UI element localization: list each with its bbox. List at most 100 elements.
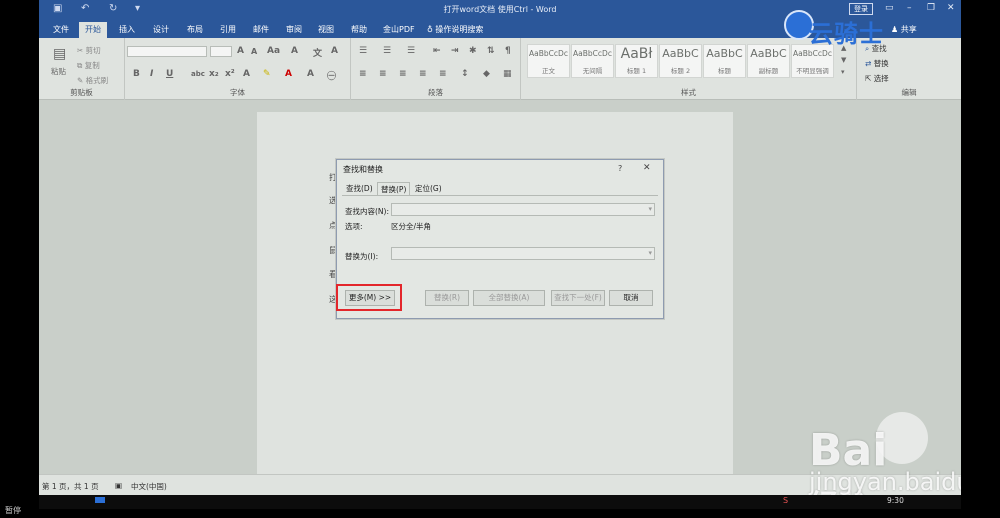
proofing-icon[interactable]: ▣: [115, 481, 122, 490]
style-no-spacing[interactable]: AaBbCcDc 无间隔: [571, 44, 614, 78]
subscript-icon[interactable]: x₂: [209, 69, 219, 79]
style-heading-2[interactable]: AaBbC 标题 2: [659, 44, 702, 78]
grow-font-icon[interactable]: A: [237, 46, 244, 56]
page-count[interactable]: 第 1 页，共 1 页: [42, 481, 99, 492]
options-value: 区分全/半角: [391, 222, 432, 231]
tab-design[interactable]: 设计: [147, 22, 175, 38]
font-name-box[interactable]: [127, 46, 207, 57]
styles-group: AaBbCcDc 正文 AaBbCcDc 无间隔 AaBł 标题 1 AaBbC 标题 …: [521, 38, 857, 100]
style-name: 副标题: [758, 67, 779, 75]
paste-button[interactable]: 粘贴: [51, 66, 66, 77]
style-subtle-emphasis[interactable]: AaBbCcDc 不明显强调: [791, 44, 834, 78]
replace-dropdown-icon[interactable]: ▾: [648, 249, 652, 257]
borders-icon[interactable]: ▦: [503, 69, 512, 79]
style-title[interactable]: AaBbC 标题: [703, 44, 746, 78]
align-center-icon[interactable]: ≡: [379, 69, 387, 79]
replace-with-input[interactable]: ▾: [391, 247, 655, 260]
tab-mailings[interactable]: 邮件: [247, 22, 275, 38]
style-heading-1[interactable]: AaBł 标题 1: [615, 44, 658, 78]
tab-goto[interactable]: 定位(G): [412, 182, 445, 196]
tab-kingsoft-pdf[interactable]: 金山PDF: [377, 22, 421, 38]
phonetic-guide-icon[interactable]: 文: [313, 46, 322, 59]
tell-me-search[interactable]: ♁ 操作说明搜索: [421, 22, 489, 38]
tab-view[interactable]: 视图: [312, 22, 340, 38]
style-subtitle[interactable]: AaBbC 副标题: [747, 44, 790, 78]
paragraph-group-label: 段落: [428, 88, 443, 97]
align-left-icon[interactable]: ≡: [359, 69, 367, 79]
cancel-button[interactable]: 取消: [609, 290, 653, 306]
replace-one-button[interactable]: 替换(R): [425, 290, 469, 306]
multilevel-list-icon[interactable]: ☰: [407, 46, 415, 56]
char-shading-icon[interactable]: A: [307, 69, 314, 79]
style-normal[interactable]: AaBbCcDc 正文: [527, 44, 570, 78]
copy-button[interactable]: ⧉ 复制: [77, 60, 100, 71]
tab-references[interactable]: 引用: [214, 22, 242, 38]
restore-icon[interactable]: ❐: [927, 3, 935, 13]
highlight-icon[interactable]: ✎: [263, 69, 271, 79]
word-window: ▣ ↶ ↻ ▾ 打开word文档 使用Ctrl - Word 登录 ▭ – ❐ …: [39, 0, 961, 495]
font-color-icon[interactable]: A: [285, 69, 292, 79]
find-next-button[interactable]: 查找下一处(F): [551, 290, 605, 306]
italic-icon[interactable]: I: [150, 69, 153, 79]
style-preview: AaBbC: [662, 47, 699, 60]
dialog-help-button[interactable]: ?: [618, 164, 622, 173]
style-name: 标题 2: [670, 67, 691, 75]
superscript-icon[interactable]: x²: [225, 69, 235, 79]
align-right-icon[interactable]: ≡: [399, 69, 407, 79]
tab-help[interactable]: 帮助: [345, 22, 373, 38]
tab-insert[interactable]: 插入: [113, 22, 141, 38]
share-button[interactable]: ♟ 共享: [891, 24, 917, 35]
cut-button[interactable]: ✂ 剪切: [77, 45, 101, 56]
decrease-indent-icon[interactable]: ⇤: [433, 46, 441, 56]
underline-icon[interactable]: U: [166, 69, 173, 79]
enclose-chars-icon[interactable]: ㊀: [327, 69, 336, 82]
bold-icon[interactable]: B: [133, 69, 140, 79]
font-size-box[interactable]: [210, 46, 232, 57]
person-icon: ♟: [891, 25, 899, 34]
find-what-input[interactable]: ▾: [391, 203, 655, 216]
taskbar-app-icon[interactable]: [95, 497, 105, 503]
ribbon-display-icon[interactable]: ▭: [885, 3, 894, 13]
tab-home[interactable]: 开始: [79, 22, 107, 38]
strikethrough-icon[interactable]: abc: [191, 70, 205, 78]
format-painter-button[interactable]: ✎ 格式刷: [77, 75, 108, 86]
tab-review[interactable]: 审阅: [280, 22, 308, 38]
tab-find[interactable]: 查找(D): [343, 182, 376, 196]
bullets-icon[interactable]: ☰: [359, 46, 367, 56]
style-name: 不明显强调: [796, 67, 829, 75]
copy-label: 复制: [84, 61, 100, 70]
shading-icon[interactable]: ◆: [483, 69, 490, 79]
change-case-icon[interactable]: Aa: [267, 46, 280, 56]
styles-more-icon[interactable]: ▾: [841, 68, 845, 76]
chinese-layout-icon[interactable]: ✱: [469, 46, 477, 56]
tab-layout[interactable]: 布局: [181, 22, 209, 38]
show-marks-icon[interactable]: ¶: [505, 46, 511, 56]
font-group: A A Aa A 文 A B I U abc x₂ x² A ✎ A A ㊀ 字…: [125, 38, 351, 100]
select-button[interactable]: ⇱ 选择: [865, 73, 889, 84]
increase-indent-icon[interactable]: ⇥: [451, 46, 459, 56]
shrink-font-icon[interactable]: A: [251, 47, 257, 56]
tab-replace[interactable]: 替换(P): [377, 182, 411, 196]
distributed-icon[interactable]: ≡: [439, 69, 447, 79]
input-method-icon[interactable]: S: [783, 496, 788, 505]
find-dropdown-icon[interactable]: ▾: [648, 205, 652, 213]
minimize-icon[interactable]: –: [907, 3, 912, 13]
justify-icon[interactable]: ≡: [419, 69, 427, 79]
styles-scroll-down-icon[interactable]: ▼: [841, 56, 846, 64]
lightbulb-icon: ♁: [427, 25, 433, 34]
clear-format-icon[interactable]: A: [291, 46, 298, 56]
sort-icon[interactable]: ⇅: [487, 46, 495, 56]
replace-all-button[interactable]: 全部替换(A): [473, 290, 545, 306]
line-spacing-icon[interactable]: ↕: [461, 69, 469, 79]
tab-file[interactable]: 文件: [47, 22, 75, 38]
paste-icon[interactable]: ▤: [53, 46, 66, 62]
style-preview: AaBbCcDc: [573, 49, 612, 58]
char-border-icon[interactable]: A: [331, 46, 338, 56]
numbering-icon[interactable]: ☰: [383, 46, 391, 56]
text-effects-icon[interactable]: A: [243, 69, 250, 79]
close-icon[interactable]: ✕: [947, 3, 955, 13]
language-indicator[interactable]: 中文(中国): [131, 481, 167, 492]
dialog-close-icon[interactable]: ✕: [643, 163, 651, 173]
replace-button[interactable]: ⇄ 替换: [865, 58, 889, 69]
styles-group-label: 样式: [681, 88, 696, 97]
